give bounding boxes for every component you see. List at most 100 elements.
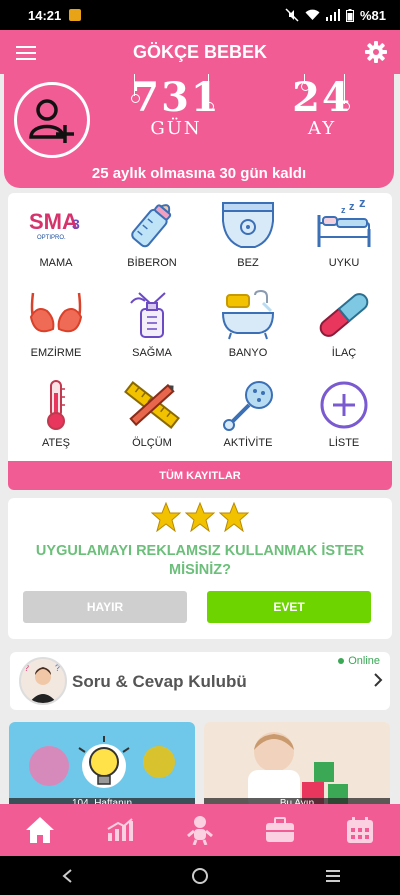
- system-recents-button[interactable]: [313, 861, 353, 891]
- calendar-icon: [347, 817, 373, 843]
- grid-item-bez[interactable]: BEZ: [200, 193, 296, 283]
- breastfeeding-icon: [29, 292, 83, 333]
- formula-brand: SMA: [29, 209, 78, 234]
- qa-club-card[interactable]: ? ? Soru & Cevap Kulubü Online: [10, 652, 390, 710]
- baby-age-header: 731 GÜN 24 AY 25 aylık olmasına 30 gün k…: [4, 74, 394, 188]
- nav-home[interactable]: [16, 810, 64, 850]
- status-time: 14:21: [28, 7, 62, 23]
- svg-text:?: ?: [55, 663, 60, 673]
- grid-item-label: EMZİRME: [30, 347, 82, 359]
- online-status: Online: [338, 655, 380, 667]
- recents-icon: [326, 869, 341, 882]
- monthly-baby-illustration: [248, 732, 348, 810]
- grid-item-label: UYKU: [328, 257, 360, 269]
- baby-icon: [187, 816, 213, 845]
- notification-app-icon: [69, 9, 82, 21]
- rating-stars: [8, 502, 392, 532]
- grid-item-olcum[interactable]: ÖLÇÜM: [104, 373, 200, 461]
- status-bar: 14:21 %81: [0, 0, 400, 30]
- grid-item-uyku[interactable]: z z z UYKU: [296, 193, 392, 283]
- all-records-button[interactable]: TÜM KAYITLAR: [8, 461, 392, 490]
- gear-icon[interactable]: [364, 40, 388, 64]
- online-dot-icon: [338, 658, 345, 664]
- ruler-icon: [124, 381, 180, 429]
- chart-icon: [107, 818, 133, 841]
- mute-icon: [285, 8, 299, 22]
- nav-bag[interactable]: [256, 810, 304, 850]
- yes-button[interactable]: EVET: [207, 591, 371, 623]
- days-counter: 731 GÜN: [118, 78, 234, 140]
- grid-item-label: ATEŞ: [42, 437, 70, 449]
- add-baby-avatar[interactable]: [14, 82, 90, 158]
- age-countdown: 25 aylık olmasına 30 gün kaldı: [91, 165, 307, 182]
- no-button[interactable]: HAYIR: [23, 591, 187, 623]
- bottle-icon: [131, 204, 172, 248]
- star-icon: [219, 502, 249, 532]
- grid-item-aktivite[interactable]: AKTİVİTE: [200, 373, 296, 461]
- grid-item-mama[interactable]: SMA 3 OPTIPRO. MAMA: [8, 193, 104, 283]
- grid-item-emzirme[interactable]: EMZİRME: [8, 283, 104, 373]
- app-bar: GÖKÇE BEBEK: [0, 30, 400, 74]
- sleep-icon: z z z: [317, 199, 371, 247]
- weekly-tip-illustration: [29, 736, 175, 788]
- grid-item-label: LİSTE: [328, 437, 360, 449]
- nav-calendar[interactable]: [336, 810, 384, 850]
- svg-text:?: ?: [24, 663, 29, 673]
- ad-free-question: UYGULAMAYI REKLAMSIZ KULLANMAK İSTER MİS…: [35, 543, 365, 578]
- bath-icon: [221, 289, 275, 340]
- svg-text:z: z: [359, 199, 366, 210]
- formula-number: 3: [72, 216, 80, 232]
- breast-pump-icon: [130, 292, 166, 338]
- system-home-button[interactable]: [180, 861, 220, 891]
- star-icon: [151, 502, 181, 532]
- bottom-nav: [0, 804, 400, 856]
- qa-club-avatar: ? ?: [19, 657, 67, 705]
- svg-text:z: z: [349, 201, 355, 213]
- monthly-promo-card[interactable]: Bu Ayın: [204, 722, 390, 810]
- grid-item-label: BEZ: [237, 257, 259, 269]
- grid-item-label: MAMA: [39, 257, 73, 269]
- battery-level: %81: [359, 7, 386, 23]
- svg-text:z: z: [341, 205, 346, 215]
- grid-item-biberon[interactable]: BİBERON: [104, 193, 200, 283]
- briefcase-icon: [266, 817, 294, 842]
- wifi-icon: [305, 9, 320, 20]
- grid-item-label: BANYO: [228, 347, 268, 359]
- online-label: Online: [348, 655, 380, 667]
- signal-icon: [325, 9, 340, 21]
- mobile-string-decoration: [301, 74, 310, 91]
- grid-item-label: AKTİVİTE: [223, 437, 273, 449]
- mobile-string-decoration: [131, 74, 140, 103]
- days-unit: GÜN: [150, 118, 202, 139]
- mobile-string-decoration: [205, 74, 214, 111]
- pill-icon: [319, 293, 369, 337]
- grid-item-label: BİBERON: [127, 257, 177, 269]
- menu-icon[interactable]: [16, 42, 36, 60]
- battery-icon: [345, 8, 354, 22]
- thermometer-icon: [47, 380, 65, 430]
- grid-item-liste[interactable]: LİSTE: [296, 373, 392, 461]
- qa-club-title: Soru & Cevap Kulubü: [72, 672, 247, 691]
- formula-icon: SMA 3 OPTIPRO.: [29, 209, 80, 241]
- system-nav-bar: [0, 856, 400, 895]
- grid-item-sagma[interactable]: SAĞMA: [104, 283, 200, 373]
- mobile-string-decoration: [341, 74, 350, 111]
- expert-avatar-icon: ? ?: [24, 663, 60, 703]
- grid-item-ilac[interactable]: İLAÇ: [296, 283, 392, 373]
- grid-item-label: İLAÇ: [331, 347, 357, 359]
- grid-item-label: ÖLÇÜM: [132, 437, 172, 449]
- rattle-icon: [223, 381, 273, 431]
- grid-item-label: SAĞMA: [132, 347, 172, 359]
- ad-free-prompt-card: UYGULAMAYI REKLAMSIZ KULLANMAK İSTER MİS…: [8, 498, 392, 639]
- system-back-button[interactable]: [47, 861, 87, 891]
- formula-sub: OPTIPRO.: [37, 235, 66, 241]
- weekly-promo-card[interactable]: 104. Haftanın: [9, 722, 195, 810]
- home-circle-icon: [191, 867, 208, 884]
- nav-baby[interactable]: [176, 810, 224, 850]
- grid-item-banyo[interactable]: BANYO: [200, 283, 296, 373]
- grid-item-ates[interactable]: ATEŞ: [8, 373, 104, 461]
- add-user-icon: [29, 99, 74, 143]
- add-list-icon: [320, 381, 368, 429]
- chevron-right-icon: [374, 673, 383, 687]
- nav-stats[interactable]: [96, 810, 144, 850]
